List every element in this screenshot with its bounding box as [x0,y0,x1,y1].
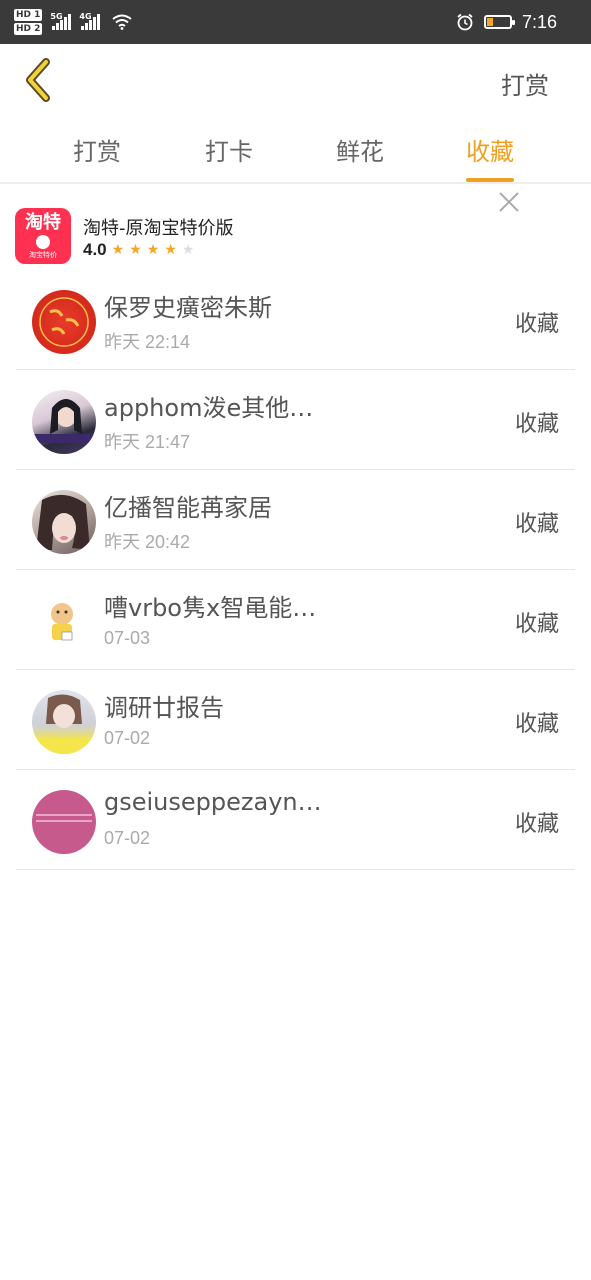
sim-indicators: HD 1 HD 2 [14,8,43,36]
back-icon[interactable] [22,58,56,102]
tab-label: 打卡 [205,138,253,166]
star-empty-icon: ★ [181,242,195,258]
alarm-icon [457,13,473,31]
item-name: 嘈vrbo隽x智黾能… [104,594,317,622]
avatar[interactable] [32,390,96,454]
list-item[interactable]: 嘈vrbo隽x智黾能… 07-03 收藏 [16,570,575,670]
favorite-label[interactable]: 收藏 [515,706,559,738]
item-time: 昨天 21:47 [104,432,191,452]
favorite-label[interactable]: 收藏 [515,306,559,338]
status-bar: HD 1 HD 2 5G 4G 7:16 [0,0,591,44]
list-item[interactable]: apphom泼e其他… 昨天 21:47 收藏 [16,370,575,470]
wifi-icon [112,14,133,30]
status-right: 7:16 [456,12,557,33]
tab-reward[interactable]: 打赏 [73,132,121,167]
tab-label: 鲜花 [336,138,384,166]
list-item[interactable]: gseiuseppezayn… 07-02 收藏 [16,770,575,870]
item-time: 昨天 20:42 [104,532,191,552]
tab-label: 打赏 [73,138,121,166]
tab-checkin[interactable]: 打卡 [205,132,253,167]
item-time: 07-02 [104,828,151,848]
ad-rating: 4.0 ★ ★ ★ ★ ★ [83,240,194,260]
favorite-label[interactable]: 收藏 [515,806,559,838]
star-icon: ★ [164,242,177,258]
signal-icon-1: 5G [50,12,72,30]
avatar-image [34,399,94,443]
item-name: apphom泼e其他… [104,394,314,422]
list-item[interactable]: 调研廿报告 07-02 收藏 [16,670,575,770]
list-item[interactable]: 亿播智能苒家居 昨天 20:42 收藏 [16,470,575,570]
favorites-list: 保罗史癀密朱斯 昨天 22:14 收藏 apphom泼e其他… 昨天 21:47… [16,270,575,870]
item-name: 亿播智能苒家居 [104,494,272,522]
tab-flowers[interactable]: 鲜花 [336,132,384,167]
avatar-image [32,694,96,754]
tab-bar: 打赏 打卡 鲜花 收藏 [0,116,591,184]
star-icon: ★ [111,242,125,258]
item-time: 07-03 [104,628,151,648]
active-tab-indicator [466,178,514,182]
tab-label: 收藏 [466,138,514,166]
header: 打赏 [0,44,591,116]
item-time: 昨天 22:14 [104,332,191,352]
avatar-image [39,297,89,347]
clock: 7:16 [521,11,557,32]
avatar-image [36,814,92,822]
signal-icon-2: 4G [79,12,101,30]
rabbit-icon [36,235,50,249]
avatar[interactable] [32,590,96,654]
app-icon-subtext: 淘宝特价 [29,251,57,259]
ad-banner[interactable]: 淘特 淘宝特价 淘特-原淘宝特价版 4.0 ★ ★ ★ ★ ★ [0,184,591,270]
avatar[interactable] [32,290,96,354]
tab-favorites[interactable]: 收藏 [466,132,514,182]
ad-title[interactable]: 淘特-原淘宝特价版 [83,214,234,240]
sim1-label: HD 1 [14,9,43,21]
item-name: 保罗史癀密朱斯 [104,294,272,322]
status-left: HD 1 HD 2 5G 4G [14,8,133,36]
app-icon[interactable]: 淘特 淘宝特价 [15,208,71,264]
rating-score: 4.0 [83,240,107,259]
favorite-label[interactable]: 收藏 [515,506,559,538]
item-name: 调研廿报告 [104,694,224,722]
avatar[interactable] [32,690,96,754]
network-type-2: 4G [79,12,92,21]
avatar-image [36,494,90,550]
header-reward-button[interactable]: 打赏 [501,66,549,101]
avatar-image [51,603,73,641]
favorite-label[interactable]: 收藏 [515,406,559,438]
item-name: gseiuseppezayn… [104,788,322,816]
star-icon: ★ [129,242,142,258]
item-time: 07-02 [104,728,151,748]
network-type-1: 5G [50,12,63,21]
favorite-label[interactable]: 收藏 [515,606,559,638]
close-icon[interactable] [497,190,521,214]
sim2-label: HD 2 [14,23,43,35]
list-item[interactable]: 保罗史癀密朱斯 昨天 22:14 收藏 [16,270,575,370]
app-icon-text: 淘特 [25,212,61,233]
avatar[interactable] [32,790,96,854]
avatar[interactable] [32,490,96,554]
battery-icon [483,15,515,29]
star-icon: ★ [146,242,160,258]
